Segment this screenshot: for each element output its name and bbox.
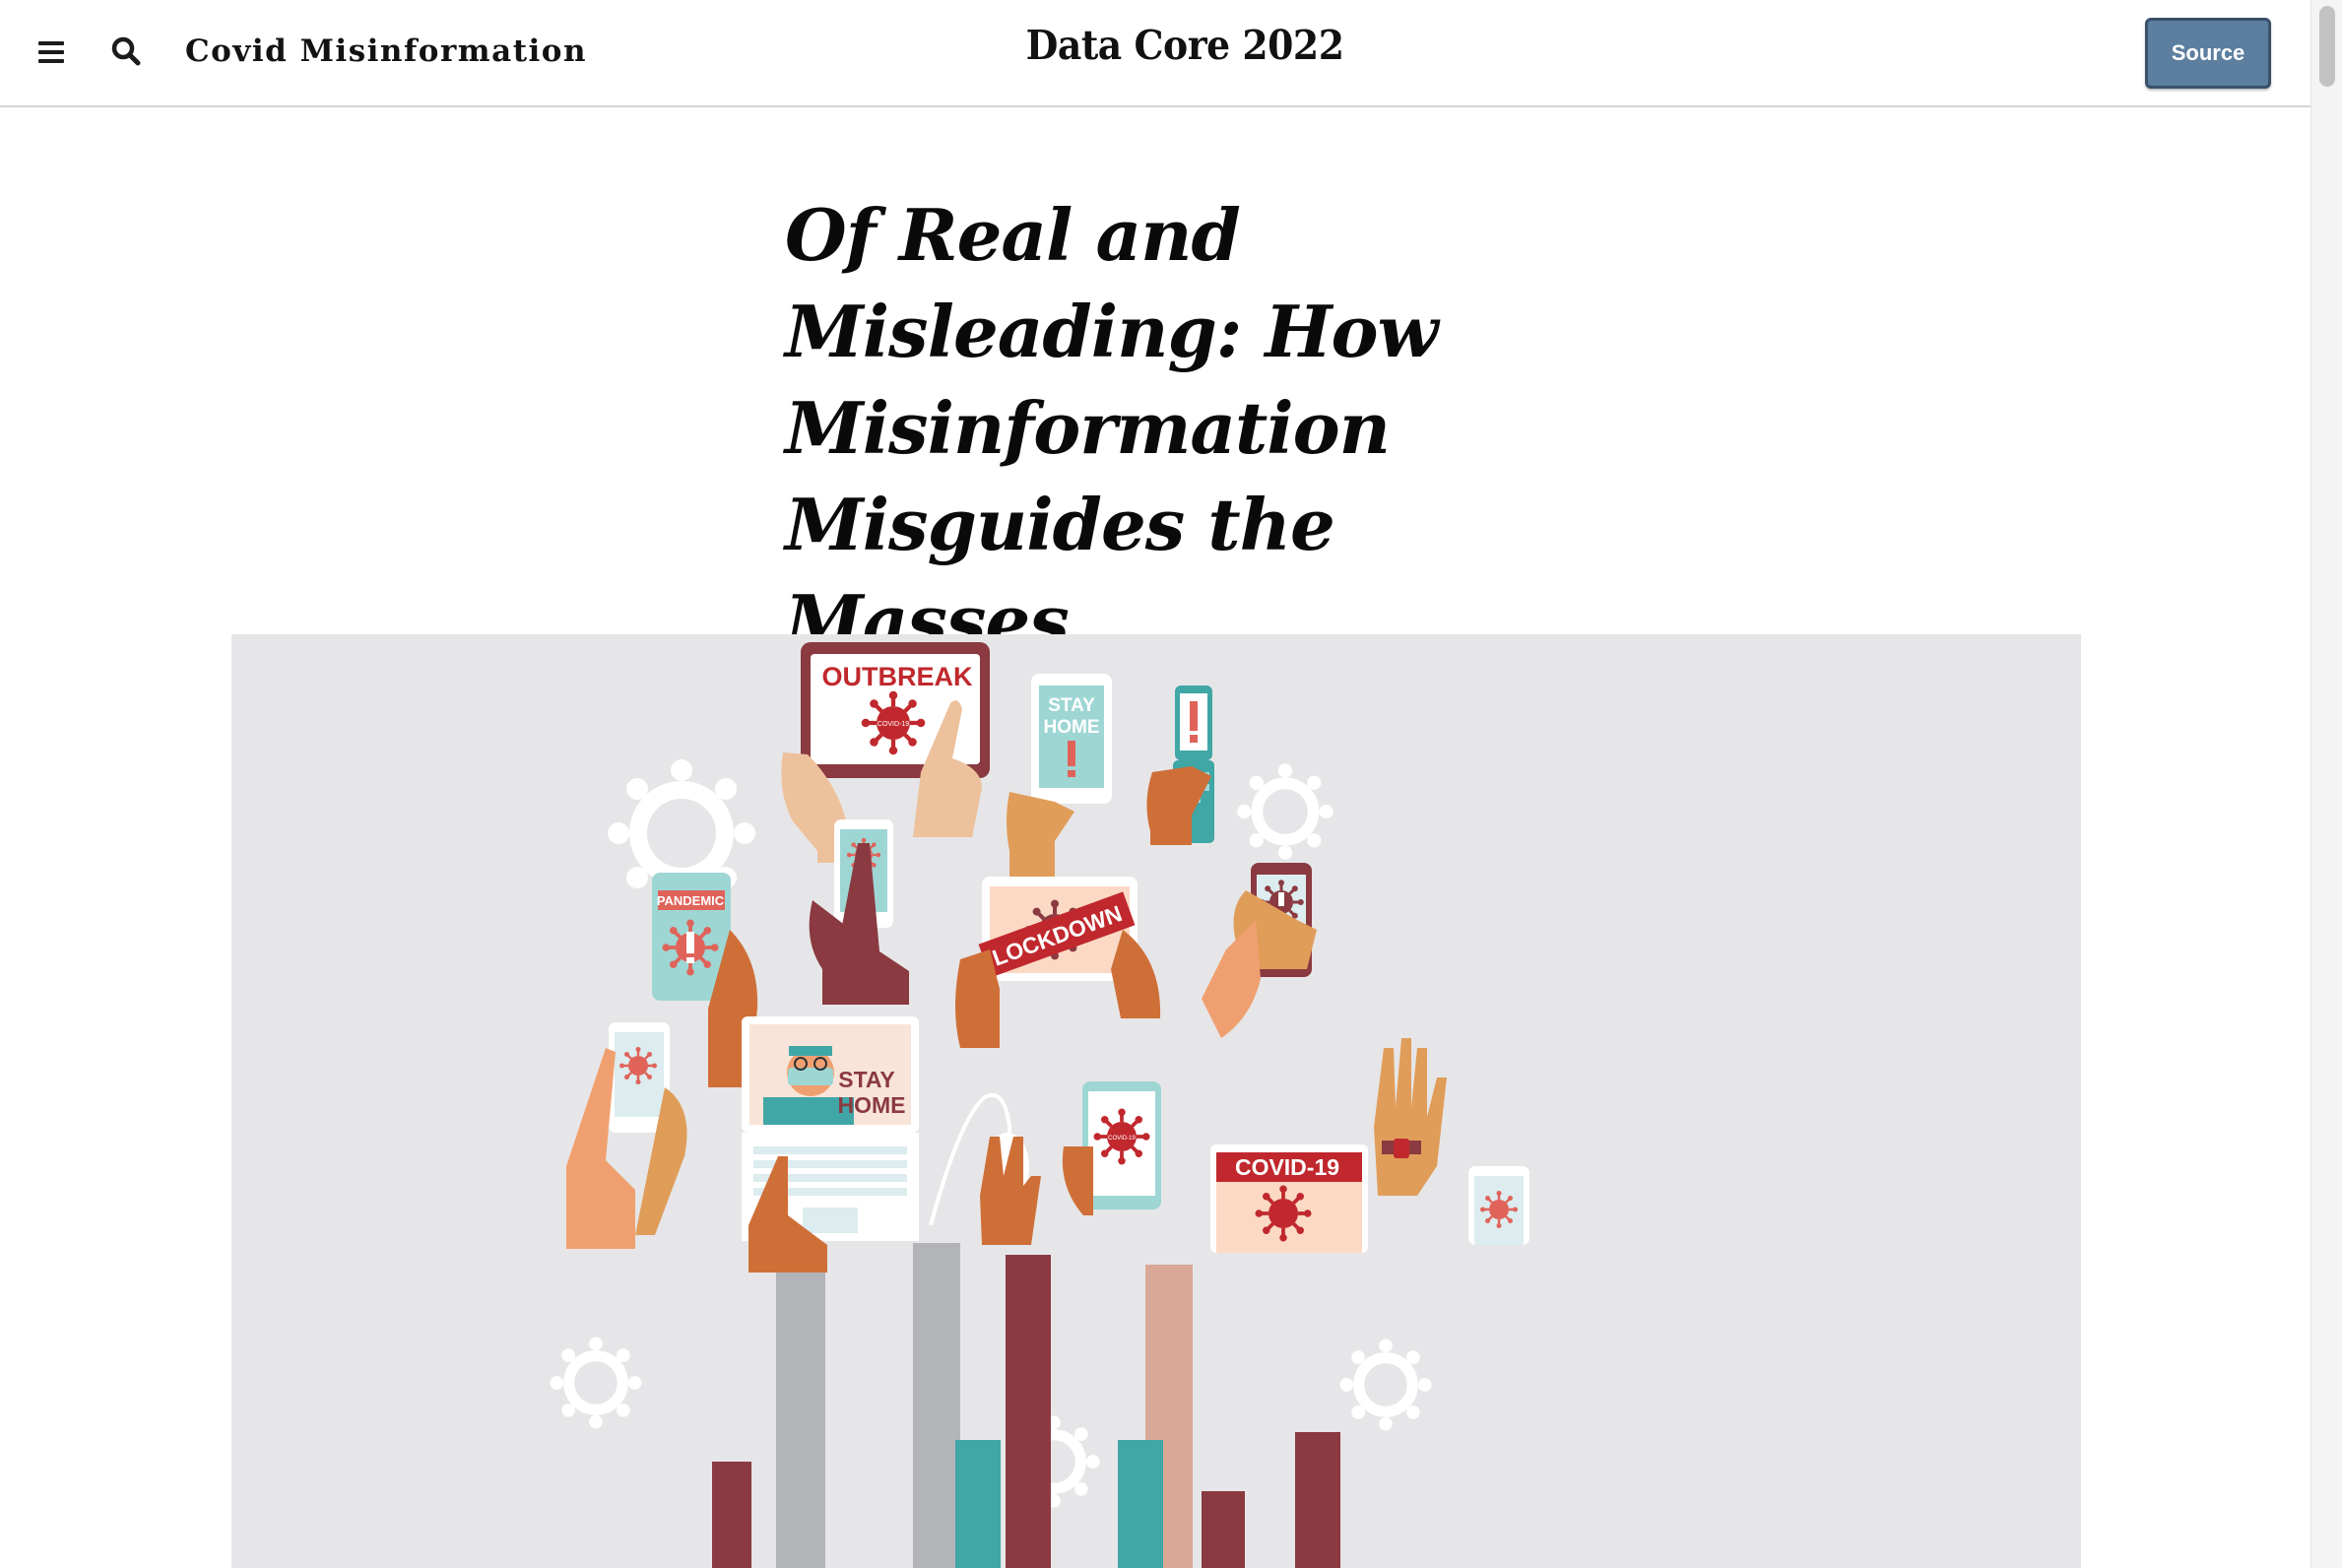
covid-phone: COVID-19: [1082, 1081, 1161, 1209]
covid-19-banner: COVID-19: [1210, 1144, 1368, 1253]
site-logo-title[interactable]: Data Core 2022: [1026, 22, 1344, 69]
svg-text:STAY: STAY: [838, 1067, 895, 1092]
svg-text:HOME: HOME: [838, 1092, 906, 1118]
svg-text:STAY: STAY: [1048, 695, 1095, 716]
stay-home-phone: STAY HOME: [1031, 674, 1112, 804]
scrollbar-thumb[interactable]: [2319, 6, 2335, 87]
source-button[interactable]: Source: [2145, 18, 2271, 89]
svg-text:PANDEMIC: PANDEMIC: [657, 893, 725, 908]
top-navigation-bar: Covid Misinformation Data Core 2022 Sour…: [0, 0, 2310, 107]
svg-text:COVID-19: COVID-19: [878, 721, 909, 728]
arms: [712, 1243, 1340, 1568]
svg-text:COVID-19: COVID-19: [1235, 1154, 1339, 1180]
hamburger-menu-icon[interactable]: [33, 33, 73, 73]
far-right-phone: [1468, 1166, 1529, 1245]
svg-text:COVID-19: COVID-19: [1108, 1136, 1136, 1142]
article-headline: Of Real and Misleading: How Misinformati…: [785, 193, 1438, 663]
covid-hands-devices-illustration: OUTBREAK COVID-19 STAY HOME PANDEMIC LOC…: [231, 642, 1529, 1568]
svg-text:HOME: HOME: [1044, 717, 1100, 738]
vertical-scrollbar[interactable]: [2310, 0, 2342, 1568]
search-icon[interactable]: [106, 32, 146, 71]
section-title[interactable]: Covid Misinformation: [185, 33, 587, 69]
svg-text:OUTBREAK: OUTBREAK: [822, 662, 973, 691]
hero-illustration: OUTBREAK COVID-19 STAY HOME PANDEMIC LOC…: [231, 634, 2081, 1568]
